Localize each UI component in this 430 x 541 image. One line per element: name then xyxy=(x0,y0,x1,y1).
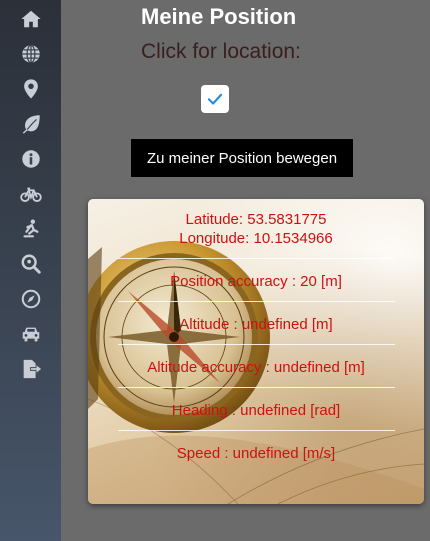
latitude-text: Latitude: 53.5831775 xyxy=(185,211,327,228)
move-to-position-button[interactable]: Zu meiner Position bewegen xyxy=(131,139,353,177)
sidebar-item-activity[interactable] xyxy=(0,212,61,246)
bicycle-icon xyxy=(19,187,42,202)
compass-icon xyxy=(21,289,40,309)
altitude-text: Altitude : undefined [m] xyxy=(179,316,333,333)
skating-icon xyxy=(22,219,39,238)
map-marker-icon xyxy=(23,79,38,99)
divider xyxy=(118,258,395,259)
sidebar-item-location[interactable] xyxy=(0,72,61,106)
file-export-icon xyxy=(23,359,41,379)
speed-text: Speed : undefined [m/s] xyxy=(176,445,336,462)
divider xyxy=(118,301,395,302)
sidebar-item-home[interactable] xyxy=(0,2,61,36)
position-details: Latitude: 53.5831775 Longitude: 10.15349… xyxy=(88,199,424,504)
sidebar xyxy=(0,0,61,541)
globe-icon xyxy=(21,44,40,64)
sidebar-item-globe[interactable] xyxy=(0,37,61,71)
checkmark-icon xyxy=(207,93,223,105)
sidebar-item-bicycle[interactable] xyxy=(0,177,61,211)
sidebar-item-compass[interactable] xyxy=(0,282,61,316)
position-card: Latitude: 53.5831775 Longitude: 10.15349… xyxy=(88,199,424,504)
leaf-icon xyxy=(22,115,40,134)
divider xyxy=(118,344,395,345)
altitude-accuracy-text: Altitude accuracy : undefined [m] xyxy=(147,359,365,376)
click-for-location-label: Click for location: xyxy=(141,40,301,63)
position-accuracy-text: Position accuracy : 20 [m] xyxy=(170,273,342,290)
car-icon xyxy=(22,327,39,342)
sidebar-item-car[interactable] xyxy=(0,317,61,351)
sidebar-item-info[interactable] xyxy=(0,142,61,176)
longitude-text: Longitude: 10.1534966 xyxy=(179,230,333,247)
search-location-icon xyxy=(21,254,41,274)
location-checkbox[interactable] xyxy=(201,85,229,113)
sidebar-item-leaf[interactable] xyxy=(0,107,61,141)
page-title: Meine Position xyxy=(141,4,297,29)
home-icon xyxy=(20,10,41,28)
sidebar-item-search[interactable] xyxy=(0,247,61,281)
sidebar-item-export[interactable] xyxy=(0,352,61,386)
main-panel: Meine Position Click for location: Zu me… xyxy=(61,0,430,541)
divider xyxy=(118,430,395,431)
info-icon xyxy=(21,150,40,168)
heading-text: Heading : undefined [rad] xyxy=(171,402,341,419)
divider xyxy=(118,387,395,388)
